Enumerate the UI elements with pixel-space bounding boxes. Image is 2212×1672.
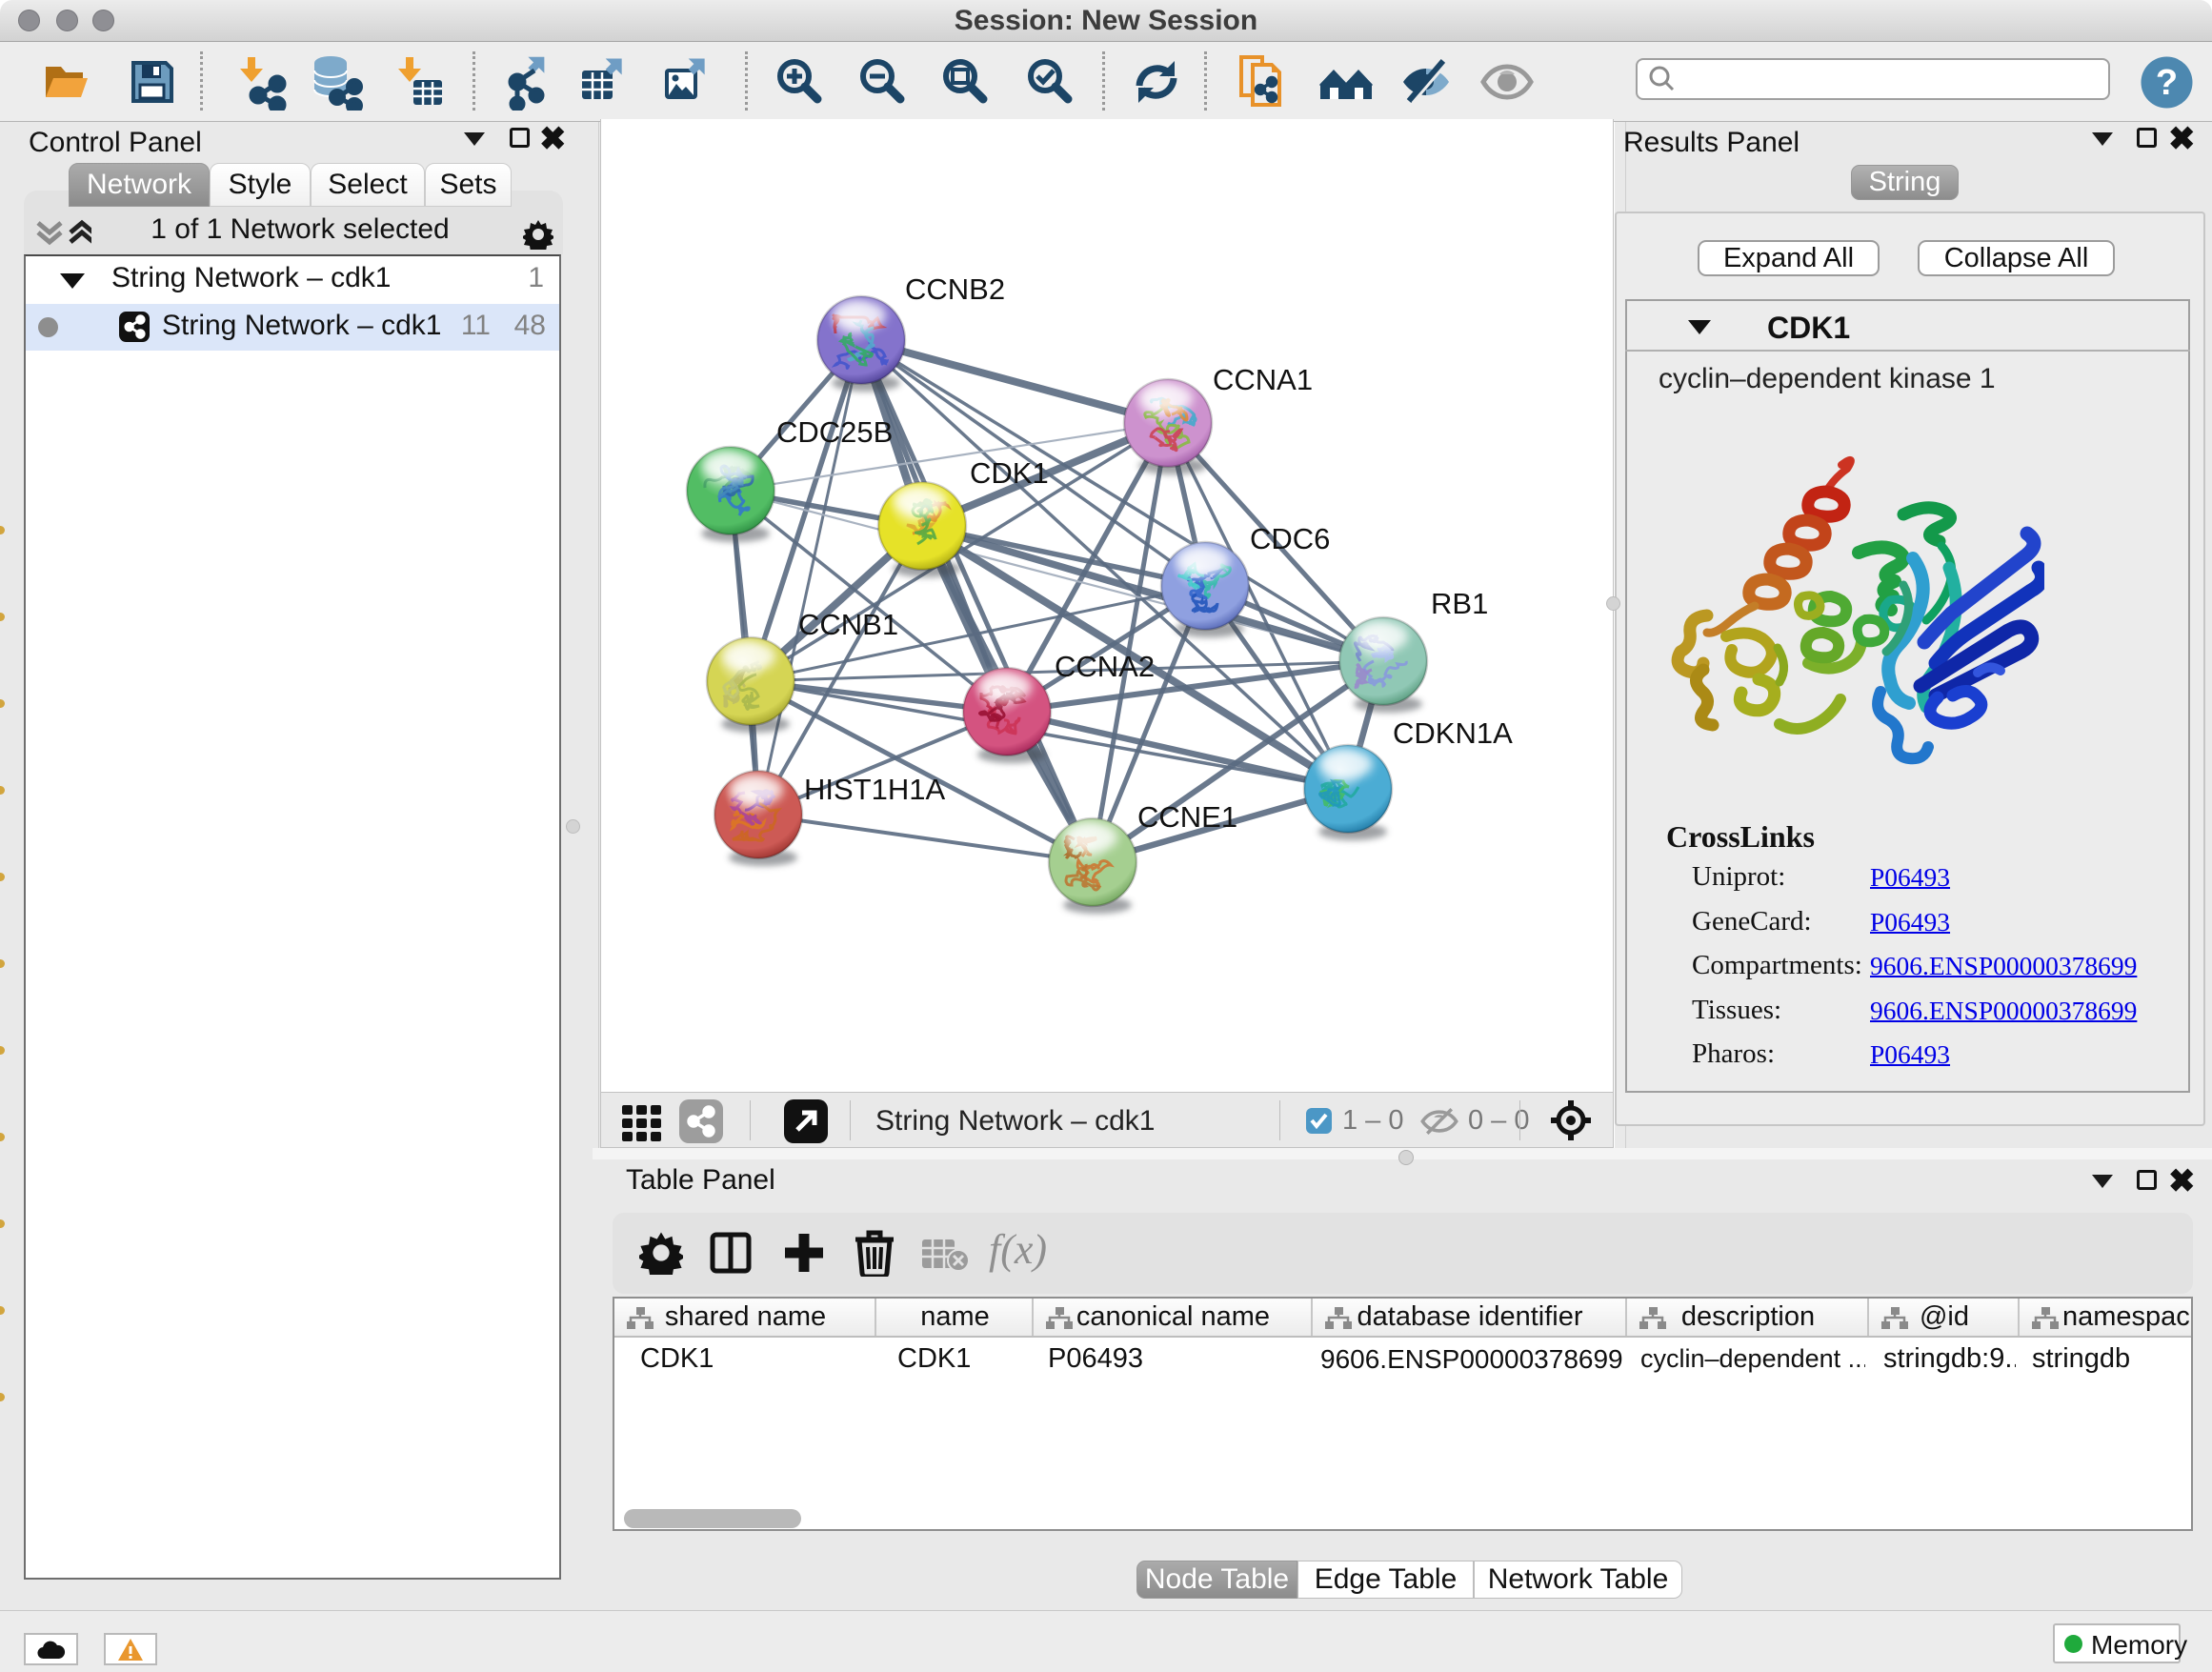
svg-text:CDC6: CDC6 — [1250, 522, 1330, 555]
svg-text:RB1: RB1 — [1431, 587, 1488, 620]
svg-text:CCNA2: CCNA2 — [1055, 650, 1155, 683]
svg-text:CDKN1A: CDKN1A — [1393, 716, 1513, 750]
svg-text:CDK1: CDK1 — [970, 456, 1049, 490]
svg-text:CCNB2: CCNB2 — [905, 272, 1005, 306]
svg-text:CCNE1: CCNE1 — [1137, 800, 1237, 834]
svg-text:CCNA1: CCNA1 — [1213, 363, 1313, 396]
svg-text:CCNB1: CCNB1 — [798, 608, 898, 641]
svg-text:?: ? — [2156, 63, 2178, 103]
svg-text:CDC25B: CDC25B — [776, 415, 893, 449]
svg-text:HIST1H1A: HIST1H1A — [804, 773, 945, 806]
